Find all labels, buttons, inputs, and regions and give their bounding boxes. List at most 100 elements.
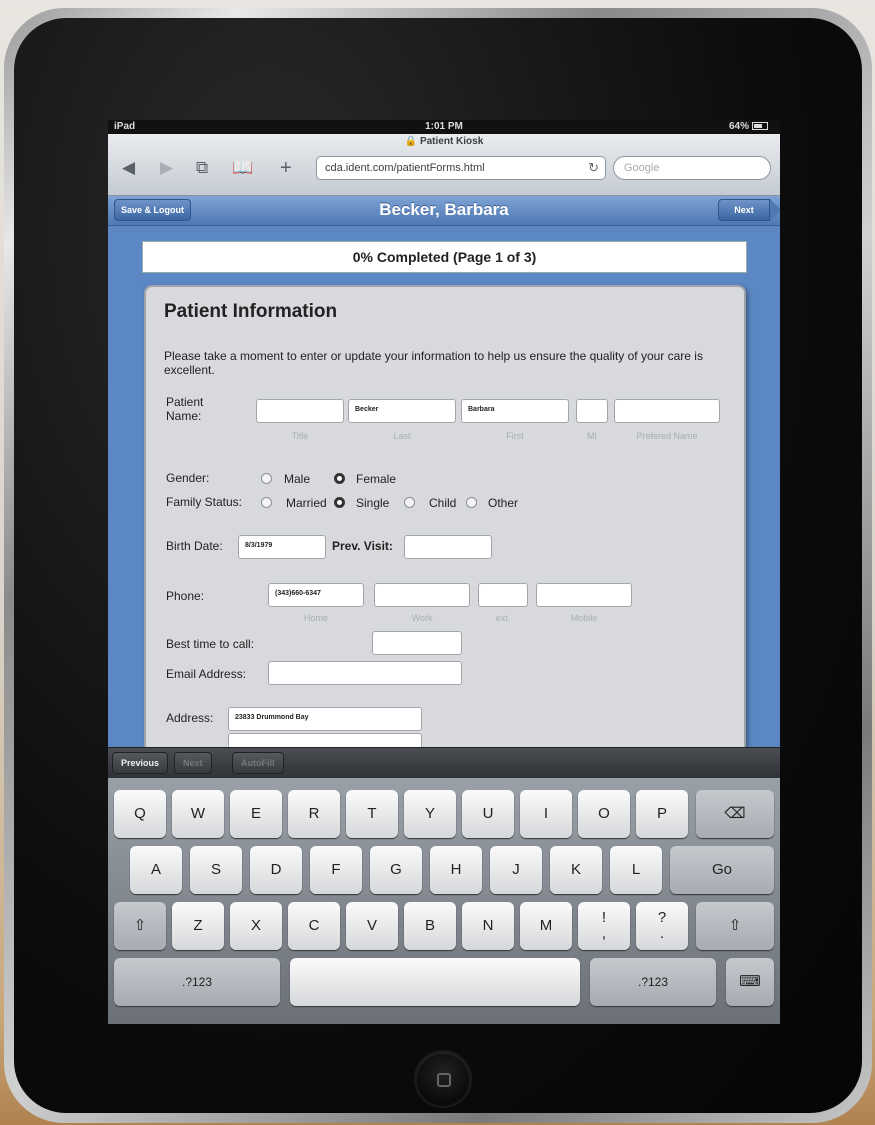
keyboard-toolbar: Previous Next AutoFill xyxy=(108,747,780,778)
patient-name-title: Becker, Barbara xyxy=(379,200,509,219)
key-h[interactable]: H xyxy=(430,846,482,894)
ext-caption: ext. xyxy=(495,613,511,623)
key-i[interactable]: I xyxy=(520,790,572,838)
battery-status: 64% xyxy=(729,121,768,132)
key-e[interactable]: E xyxy=(230,790,282,838)
key-l[interactable]: L xyxy=(610,846,662,894)
ext-input[interactable] xyxy=(478,583,528,607)
mobile-phone-input[interactable] xyxy=(536,583,632,607)
key-q[interactable]: Q xyxy=(114,790,166,838)
home-caption: Home xyxy=(303,613,328,623)
previous-field-button[interactable]: Previous xyxy=(112,752,169,774)
patient-name-label: Patient Name: xyxy=(166,395,204,423)
home-button[interactable] xyxy=(414,1050,472,1108)
back-arrow-icon[interactable]: ◀ xyxy=(122,158,135,178)
pages-icon[interactable]: ⧉ xyxy=(196,158,208,178)
space-key[interactable] xyxy=(290,958,580,1006)
prev-visit-input[interactable] xyxy=(404,535,492,559)
key-k[interactable]: K xyxy=(550,846,602,894)
search-field[interactable]: Google xyxy=(613,156,771,180)
family-single-label: Single xyxy=(356,496,390,510)
address-label: Address: xyxy=(166,711,214,725)
key-g[interactable]: G xyxy=(370,846,422,894)
first-name-input[interactable]: Barbara xyxy=(461,399,569,423)
url-text: cda.ident.com/patientForms.html xyxy=(325,162,485,174)
backspace-icon[interactable]: ⌫ xyxy=(696,790,774,838)
last-caption: Last xyxy=(393,431,411,441)
key-c[interactable]: C xyxy=(288,902,340,950)
reload-icon[interactable]: ↻ xyxy=(588,160,599,176)
key-question-period[interactable]: ?. xyxy=(636,902,688,950)
battery-icon xyxy=(752,122,768,131)
key-n[interactable]: N xyxy=(462,902,514,950)
best-time-input[interactable] xyxy=(372,631,462,655)
key-w[interactable]: W xyxy=(172,790,224,838)
shift-left-icon[interactable]: ⇧ xyxy=(114,902,166,950)
email-input[interactable] xyxy=(268,661,462,685)
gender-female-radio[interactable] xyxy=(334,473,345,484)
form-intro: Please take a moment to enter or update … xyxy=(164,349,703,377)
key-u[interactable]: U xyxy=(462,790,514,838)
browser-toolbar: 🔒 Patient Kiosk ◀ ▶ ⧉ 📖 + cda.ident.com/… xyxy=(108,134,780,196)
numbers-key-left[interactable]: .?123 xyxy=(114,958,280,1006)
progress-banner: 0% Completed (Page 1 of 3) xyxy=(142,241,747,273)
key-o[interactable]: O xyxy=(578,790,630,838)
status-bar: iPad 1:01 PM 64% xyxy=(108,120,780,134)
family-child-radio[interactable] xyxy=(404,497,415,508)
mobile-caption: Mobile xyxy=(570,613,598,623)
key-exclaim-comma[interactable]: !, xyxy=(578,902,630,950)
key-r[interactable]: R xyxy=(288,790,340,838)
home-phone-input[interactable]: (343)660-6347 xyxy=(268,583,364,607)
key-b[interactable]: B xyxy=(404,902,456,950)
key-d[interactable]: D xyxy=(250,846,302,894)
title-input[interactable] xyxy=(256,399,344,423)
key-exclaim-glyph: ! xyxy=(601,909,607,926)
status-time: 1:01 PM xyxy=(425,121,463,132)
key-a[interactable]: A xyxy=(130,846,182,894)
add-bookmark-icon[interactable]: + xyxy=(280,158,292,178)
key-m[interactable]: M xyxy=(520,902,572,950)
key-t[interactable]: T xyxy=(346,790,398,838)
family-single-radio[interactable] xyxy=(334,497,345,508)
work-phone-input[interactable] xyxy=(374,583,470,607)
forward-arrow-icon[interactable]: ▶ xyxy=(160,158,173,178)
mi-caption: MI xyxy=(587,431,597,441)
bookmarks-icon[interactable]: 📖 xyxy=(232,158,253,178)
form-title: Patient Information xyxy=(164,301,338,322)
best-time-label: Best time to call: xyxy=(166,637,255,651)
next-button[interactable]: Next xyxy=(718,199,780,221)
family-married-radio[interactable] xyxy=(261,497,272,508)
email-label: Email Address: xyxy=(166,667,247,681)
shift-right-icon[interactable]: ⇧ xyxy=(696,902,774,950)
preferred-name-input[interactable] xyxy=(614,399,720,423)
prev-visit-label: Prev. Visit: xyxy=(332,539,393,553)
family-married-label: Married xyxy=(286,496,327,510)
gender-male-radio[interactable] xyxy=(261,473,272,484)
numbers-key-right[interactable]: .?123 xyxy=(590,958,716,1006)
go-key[interactable]: Go xyxy=(670,846,774,894)
gender-label: Gender: xyxy=(166,471,210,485)
hide-keyboard-icon[interactable]: ⌨ xyxy=(726,958,774,1006)
gender-female-label: Female xyxy=(356,472,397,486)
address-line1-input[interactable]: 23833 Drummond Bay xyxy=(228,707,422,731)
browser-page-title: 🔒 Patient Kiosk xyxy=(404,136,484,147)
key-z[interactable]: Z xyxy=(172,902,224,950)
key-s[interactable]: S xyxy=(190,846,242,894)
screen: iPad 1:01 PM 64% 🔒 Patient Kiosk ◀ ▶ ⧉ 📖… xyxy=(108,120,780,1024)
family-child-label: Child xyxy=(429,496,457,510)
key-y[interactable]: Y xyxy=(404,790,456,838)
middle-initial-input[interactable] xyxy=(576,399,608,423)
first-caption: First xyxy=(506,431,524,441)
key-j[interactable]: J xyxy=(490,846,542,894)
key-v[interactable]: V xyxy=(346,902,398,950)
birth-date-input[interactable]: 8/3/1979 xyxy=(238,535,326,559)
key-f[interactable]: F xyxy=(310,846,362,894)
key-x[interactable]: X xyxy=(230,902,282,950)
family-other-radio[interactable] xyxy=(466,497,477,508)
work-caption: Work xyxy=(411,613,433,623)
autofill-button[interactable]: AutoFill xyxy=(232,752,284,774)
key-p[interactable]: P xyxy=(636,790,688,838)
url-field[interactable]: cda.ident.com/patientForms.html ↻ xyxy=(316,156,606,180)
last-name-input[interactable]: Becker xyxy=(348,399,456,423)
next-field-button[interactable]: Next xyxy=(174,752,212,774)
